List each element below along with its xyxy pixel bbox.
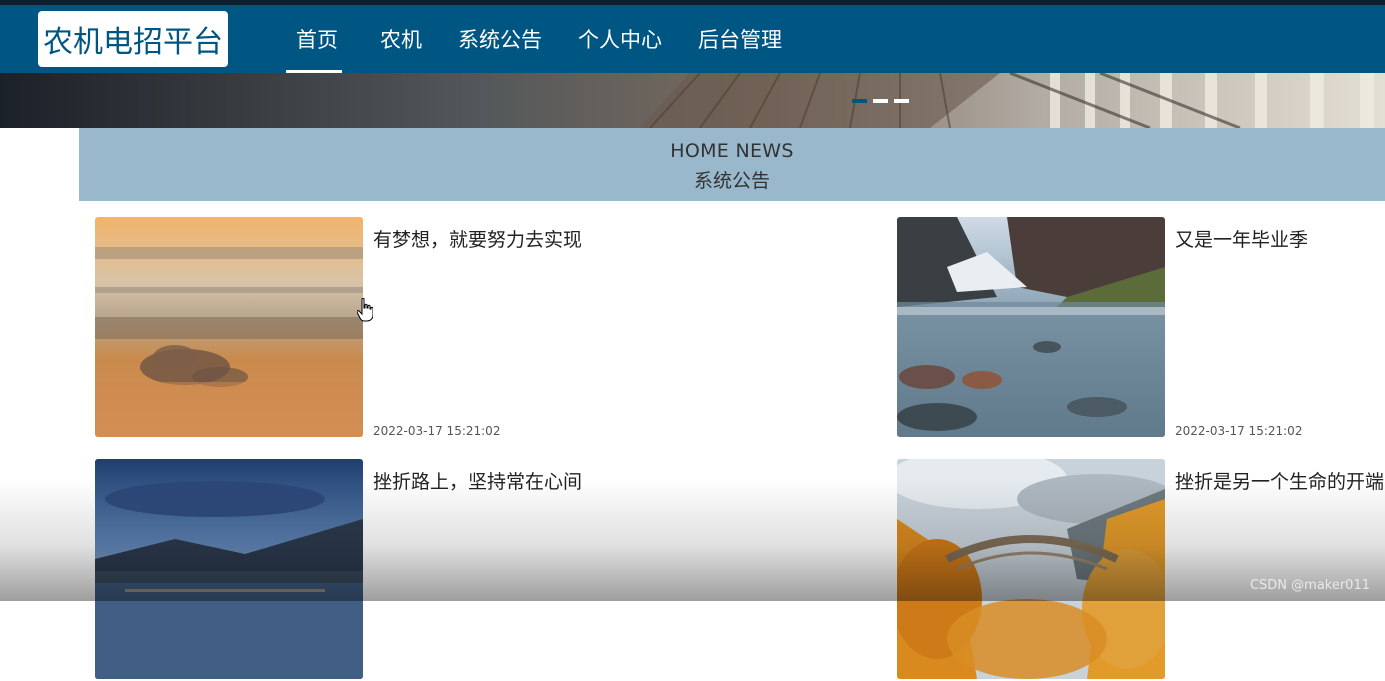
stone-bridge-autumn-image — [897, 459, 1165, 679]
news-card[interactable]: 有梦想，就要努力去实现 2022-03-17 15:21:02 — [95, 217, 595, 439]
banner-carousel[interactable] — [0, 73, 1385, 128]
news-title[interactable]: 挫折路上，坚持常在心间 — [373, 467, 582, 494]
news-thumbnail[interactable] — [897, 217, 1165, 437]
hand-pointer-cursor-icon — [357, 298, 373, 322]
carousel-dot-3[interactable] — [894, 99, 909, 103]
main-nav: 首页 农机 系统公告 个人中心 后台管理 — [280, 5, 800, 73]
carousel-dot-1[interactable] — [852, 99, 867, 103]
carousel-dot-2[interactable] — [873, 99, 888, 103]
news-card[interactable]: 挫折是另一个生命的开端 — [897, 459, 1385, 681]
nav-personal-center[interactable]: 个人中心 — [560, 5, 680, 73]
mountain-river-image — [897, 217, 1165, 437]
news-date: 2022-03-17 15:21:02 — [373, 424, 501, 438]
news-title[interactable]: 挫折是另一个生命的开端 — [1175, 467, 1384, 494]
news-thumbnail[interactable] — [95, 459, 363, 679]
news-title[interactable]: 有梦想，就要努力去实现 — [373, 225, 582, 252]
carousel-indicators — [852, 99, 909, 103]
watermark: CSDN @maker011 — [1249, 578, 1370, 593]
nav-home[interactable]: 首页 — [280, 5, 348, 73]
nav-machinery[interactable]: 农机 — [348, 5, 440, 73]
site-header: 农机电招平台 首页 农机 系统公告 个人中心 后台管理 — [0, 5, 1385, 73]
news-thumbnail[interactable] — [95, 217, 363, 437]
news-section-header: HOME NEWS 系统公告 — [79, 128, 1385, 201]
news-title[interactable]: 又是一年毕业季 — [1175, 225, 1308, 252]
site-logo[interactable]: 农机电招平台 — [38, 11, 228, 67]
news-card[interactable]: 挫折路上，坚持常在心间 — [95, 459, 595, 681]
sunset-clouds-image — [95, 217, 363, 437]
nav-admin[interactable]: 后台管理 — [680, 5, 800, 73]
nav-announcements[interactable]: 系统公告 — [440, 5, 560, 73]
lake-town-dusk-image — [95, 459, 363, 679]
news-title-zh: 系统公告 — [693, 170, 770, 192]
news-card[interactable]: 又是一年毕业季 2022-03-17 15:21:02 — [897, 217, 1385, 439]
banner-image — [0, 73, 1385, 128]
news-title-en: HOME NEWS — [670, 140, 794, 162]
news-date: 2022-03-17 15:21:02 — [1175, 424, 1303, 438]
news-thumbnail[interactable] — [897, 459, 1165, 679]
